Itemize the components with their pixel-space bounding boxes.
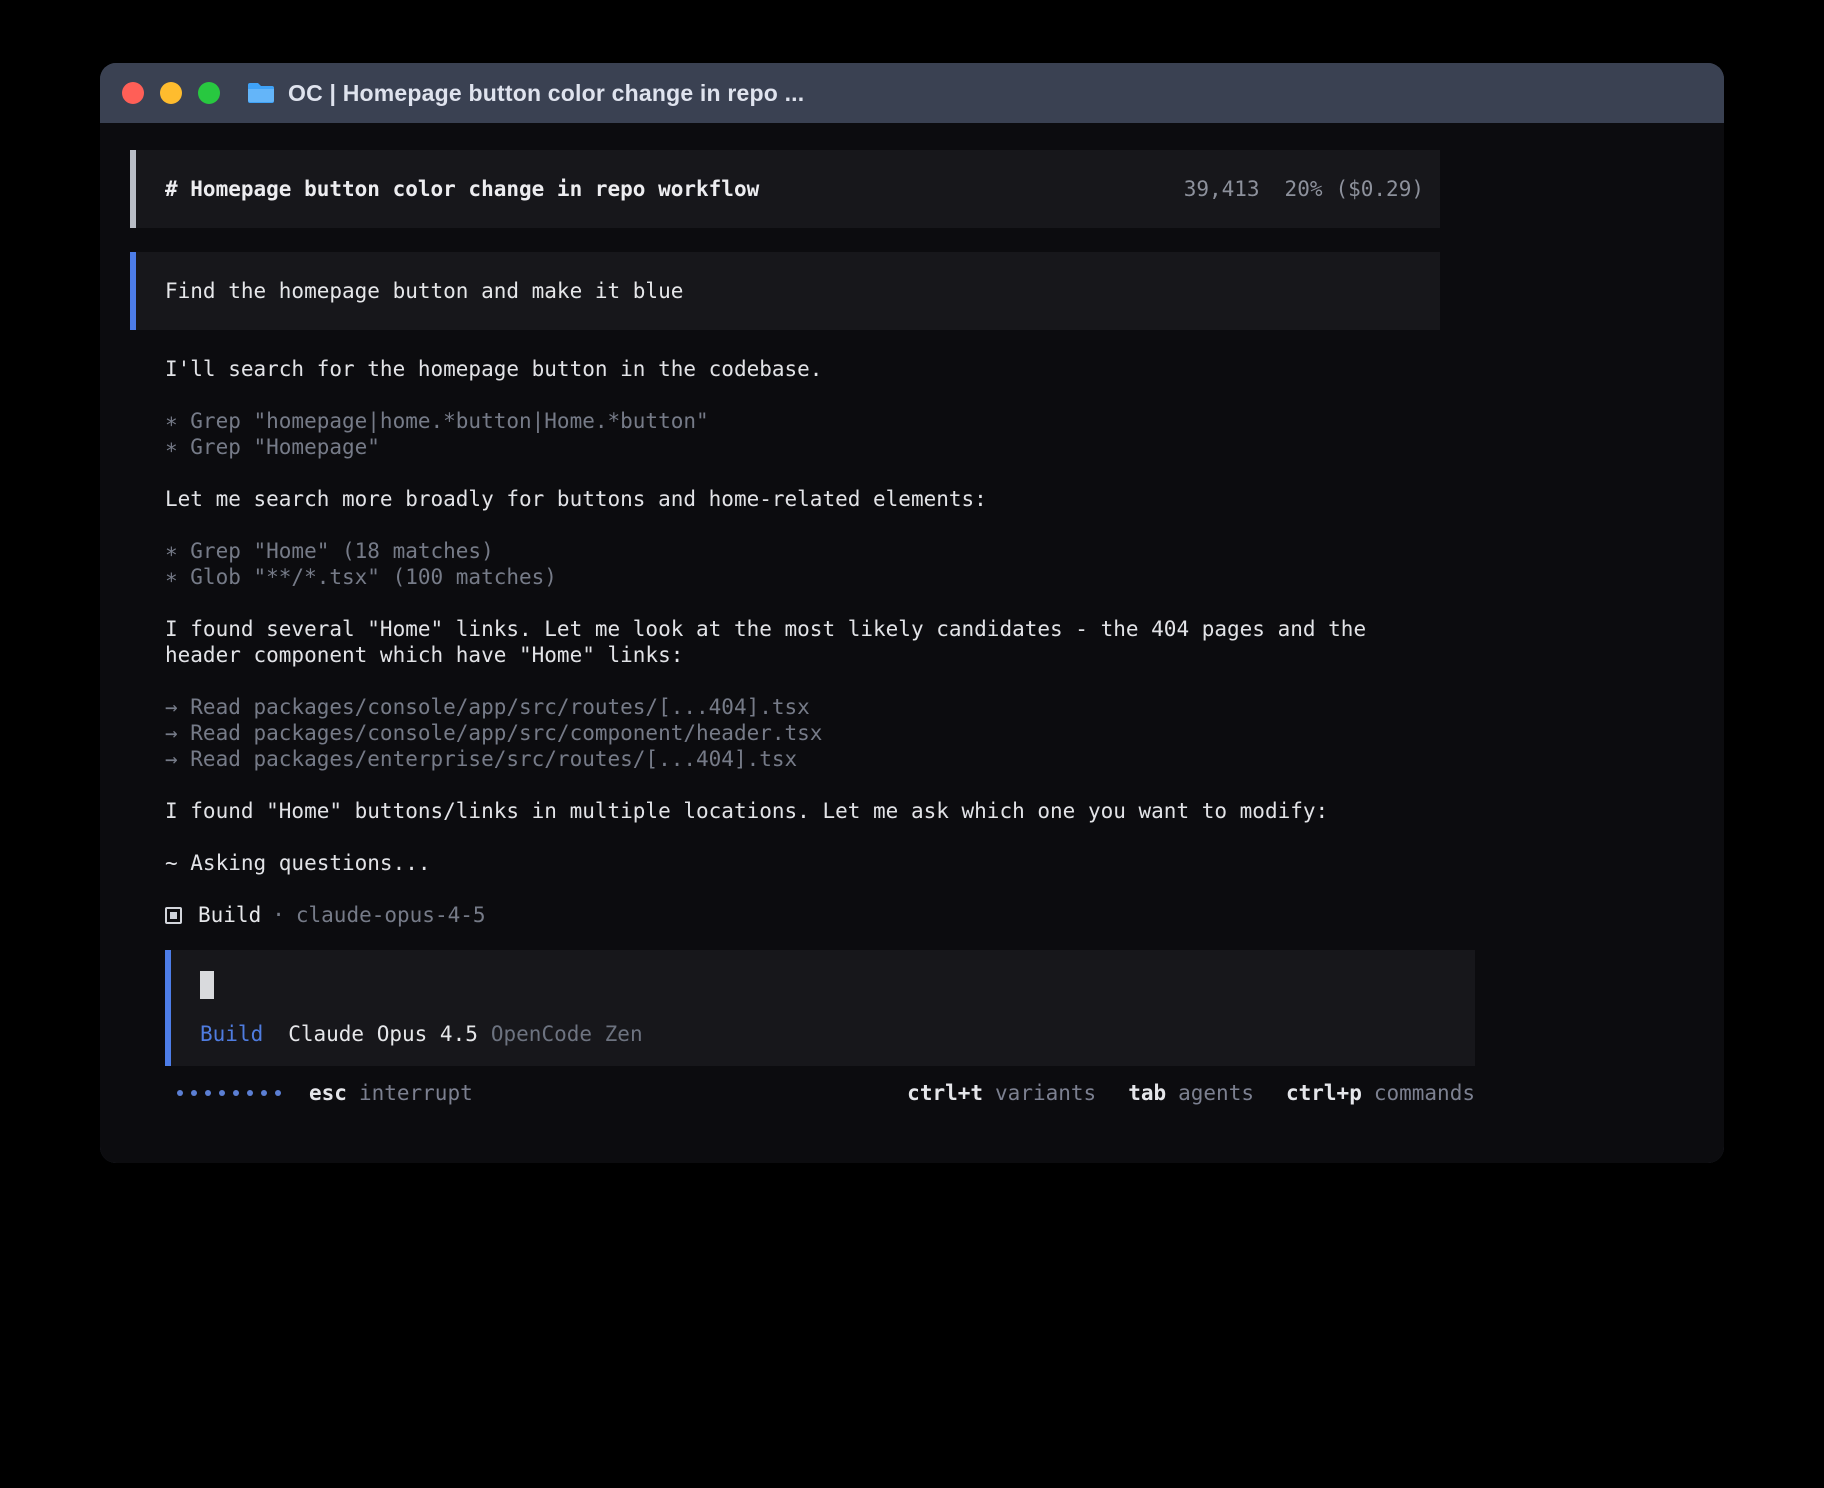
assistant-text: Let me search more broadly for buttons a… [165,486,1440,512]
session-meta: 39,413 20% ($0.29) [1184,176,1424,202]
shortcut-agents: tab agents [1128,1080,1254,1106]
input-provider: OpenCode Zen [491,1021,643,1047]
tool-call-read: → Read packages/console/app/src/componen… [165,720,1440,746]
tool-call-group: ∗ Grep "homepage|home.*button|Home.*butt… [165,408,1440,460]
assistant-status-text: ~ Asking questions... [165,850,1440,876]
user-message-text: Find the homepage button and make it blu… [165,278,683,304]
window-title: OC | Homepage button color change in rep… [288,80,804,107]
input-mode: Build [200,1021,263,1047]
context-percent: 20% [1285,177,1323,201]
tool-call-group: → Read packages/console/app/src/routes/[… [165,694,1440,772]
minimize-button[interactable] [160,82,182,104]
session-header: # Homepage button color change in repo w… [130,150,1440,228]
agent-separator: · [272,902,285,928]
token-count: 39,413 [1184,177,1260,201]
input-model: Claude Opus 4.5 [288,1021,478,1047]
prompt-input[interactable]: Build Claude Opus 4.5 OpenCode Zen [165,950,1475,1066]
status-left: esc interrupt [165,1080,473,1106]
window-controls [122,82,220,104]
tool-call-grep: ∗ Grep "homepage|home.*button|Home.*butt… [165,408,1440,434]
desktop: OC | Homepage button color change in rep… [0,0,1824,1488]
esc-key-hint: esc [309,1080,347,1106]
tool-call-read: → Read packages/enterprise/src/routes/[.… [165,746,1440,772]
agent-status-icon [165,907,182,924]
user-message: Find the homepage button and make it blu… [130,252,1440,330]
session-cost: ($0.29) [1335,177,1424,201]
input-model-row: Build Claude Opus 4.5 OpenCode Zen [200,1021,1459,1047]
tool-call-group: ∗ Grep "Home" (18 matches) ∗ Glob "**/*.… [165,538,1440,590]
assistant-text: I'll search for the homepage button in t… [165,356,1440,382]
assistant-transcript: I'll search for the homepage button in t… [165,356,1440,1106]
shortcut-variants: ctrl+t variants [907,1080,1096,1106]
shortcut-commands: ctrl+p commands [1286,1080,1475,1106]
tool-call-grep: ∗ Grep "Home" (18 matches) [165,538,1440,564]
session-title: # Homepage button color change in repo w… [165,176,759,202]
tool-call-grep: ∗ Grep "Homepage" [165,434,1440,460]
status-right: ctrl+t variants tab agents ctrl+p comman… [907,1080,1475,1106]
spinner-dots-icon [177,1090,281,1096]
title-bar: OC | Homepage button color change in rep… [100,63,1724,123]
tool-call-read: → Read packages/console/app/src/routes/[… [165,694,1440,720]
text-cursor [200,971,214,999]
tool-call-glob: ∗ Glob "**/*.tsx" (100 matches) [165,564,1440,590]
assistant-text: I found several "Home" links. Let me loo… [165,616,1440,668]
agent-model: claude-opus-4-5 [296,902,486,928]
agent-name: Build [198,902,261,928]
assistant-text: I found "Home" buttons/links in multiple… [165,798,1440,824]
terminal-content: # Homepage button color change in repo w… [100,123,1724,1163]
folder-icon [246,81,276,105]
esc-key-label: interrupt [359,1080,473,1106]
agent-status-line: Build · claude-opus-4-5 [165,902,1440,928]
zoom-button[interactable] [198,82,220,104]
terminal-window: OC | Homepage button color change in rep… [100,63,1724,1163]
status-bar: esc interrupt ctrl+t variants tab agents [165,1080,1475,1106]
close-button[interactable] [122,82,144,104]
